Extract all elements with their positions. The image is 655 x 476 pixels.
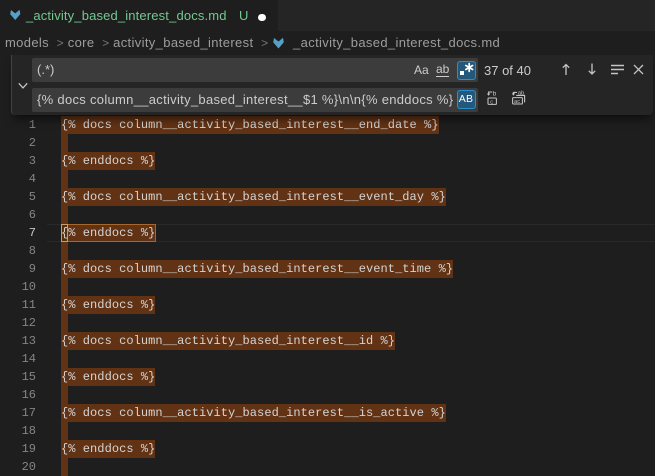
svg-text:b: b (493, 91, 497, 98)
svg-text:ac: ac (514, 99, 520, 105)
svg-text:c: c (490, 99, 493, 105)
